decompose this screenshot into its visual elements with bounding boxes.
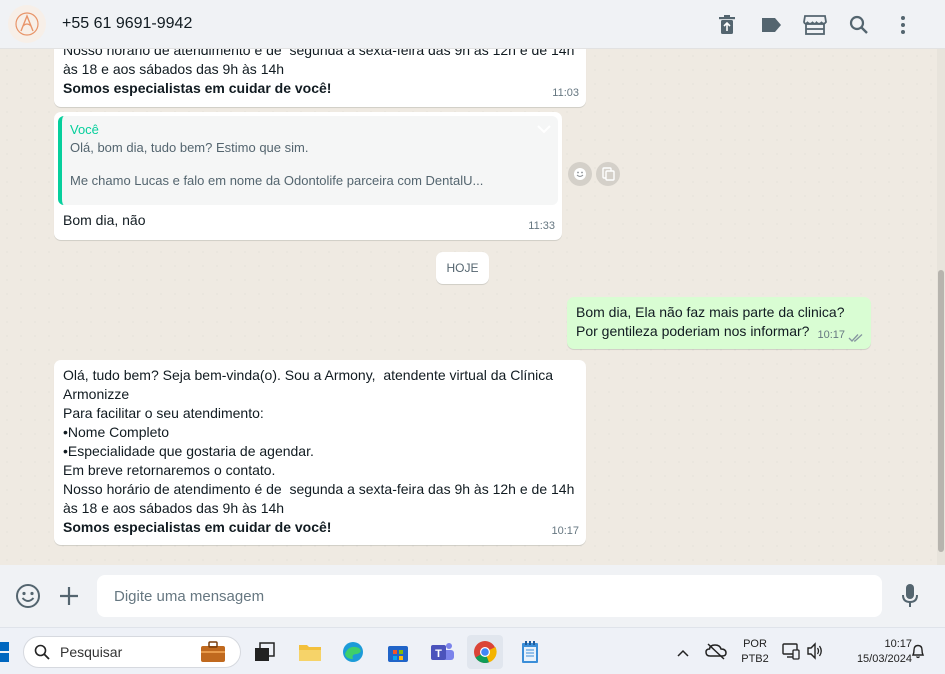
message-time: 11:33	[528, 220, 555, 232]
task-view-icon	[255, 642, 275, 661]
message-input[interactable]	[97, 575, 882, 617]
chevron-up-icon	[677, 649, 689, 657]
emoji-icon	[574, 168, 586, 180]
catalog-button[interactable]	[793, 5, 837, 45]
search-icon	[849, 15, 868, 34]
system-clock[interactable]: 10:17 15/03/2024	[832, 637, 912, 667]
chat-scrollbar-thumb[interactable]	[938, 270, 944, 552]
date-divider: HOJE	[436, 252, 489, 284]
microphone-icon	[902, 584, 918, 607]
folder-icon	[299, 645, 321, 661]
search-chat-button[interactable]	[837, 5, 881, 45]
emoji-icon	[16, 584, 40, 608]
bell-icon	[911, 644, 925, 659]
contact-avatar[interactable]	[8, 5, 46, 43]
teams-button[interactable]: T	[424, 635, 460, 669]
edge-icon	[343, 642, 363, 662]
emoji-button[interactable]	[13, 581, 43, 611]
read-receipt-icon	[848, 334, 863, 342]
notepad-icon	[522, 641, 538, 663]
forward-copy-button[interactable]	[596, 162, 620, 186]
incoming-message[interactable]: Nosso horário de atendimento é de segund…	[54, 49, 586, 107]
voice-message-button[interactable]	[895, 581, 925, 611]
message-list[interactable]: Nosso horário de atendimento é de segund…	[0, 49, 937, 565]
task-view-button[interactable]	[247, 635, 283, 669]
cloud-offline-icon	[705, 643, 727, 660]
chat-header: +55 61 9691-9942	[0, 0, 945, 49]
attach-button[interactable]	[54, 581, 84, 611]
react-emoji-button[interactable]	[568, 162, 592, 186]
menu-button[interactable]	[881, 5, 925, 45]
teams-icon: T	[431, 643, 454, 660]
network-icon	[782, 643, 800, 660]
incoming-message-with-quote[interactable]: Você Olá, bom dia, tudo bem? Estimo que …	[54, 112, 562, 240]
search-icon	[34, 644, 50, 660]
delete-icon	[719, 14, 735, 34]
message-text: Bom dia, não	[63, 212, 146, 228]
show-hidden-icons-button[interactable]	[676, 645, 690, 663]
volume-icon	[807, 642, 822, 660]
keyboard-layout: PTB2	[741, 653, 769, 665]
quoted-message[interactable]: Você Olá, bom dia, tudo bem? Estimo que …	[58, 116, 558, 205]
delete-chat-button[interactable]	[705, 5, 749, 45]
message-text: Nosso horário de atendimento é de segund…	[63, 49, 579, 77]
label-icon	[762, 17, 781, 32]
quoted-text-line: Olá, bom dia, tudo bem? Estimo que sim.	[70, 140, 309, 155]
taskbar-search[interactable]: Pesquisar	[23, 636, 241, 668]
store-icon	[803, 14, 827, 35]
outgoing-message[interactable]: Bom dia, Ela não faz mais parte da clini…	[567, 297, 871, 349]
microsoft-store-icon	[388, 646, 408, 662]
menu-icon	[901, 15, 905, 34]
onedrive-status[interactable]	[705, 642, 727, 665]
clock-time: 10:17	[884, 638, 912, 650]
store-app-button[interactable]	[380, 635, 416, 669]
windows-logo-icon	[0, 642, 9, 662]
message-time: 10:17	[551, 525, 579, 537]
message-text: Olá, tudo bem? Seja bem-vinda(o). Sou a …	[63, 367, 575, 516]
notifications-button[interactable]	[911, 643, 925, 664]
language-code: POR	[743, 638, 767, 650]
windows-taskbar: Pesquisar T POR PTB2 10:17 15/03/2024	[0, 627, 945, 674]
message-text-bold: Somos especialistas em cuidar de você!	[63, 80, 332, 96]
clinic-logo-icon	[15, 12, 39, 36]
input-language[interactable]: POR PTB2	[737, 637, 773, 667]
quoted-text-line: Me chamo Lucas e falo em nome da Odontol…	[70, 173, 484, 188]
contact-name[interactable]: +55 61 9691-9942	[62, 15, 192, 33]
edge-button[interactable]	[335, 635, 371, 669]
notepad-button[interactable]	[512, 635, 548, 669]
copy-icon	[602, 167, 615, 181]
attach-plus-icon	[60, 587, 78, 605]
message-composer	[0, 565, 945, 627]
message-text: Bom dia, Ela não faz mais parte da clini…	[576, 304, 845, 320]
message-text-bold: Somos especialistas em cuidar de você!	[63, 519, 332, 535]
message-time: 10:17	[817, 329, 845, 341]
chrome-icon	[474, 641, 497, 664]
start-button[interactable]	[0, 642, 10, 662]
message-time: 11:03	[552, 87, 579, 99]
chevron-down-icon[interactable]	[536, 124, 552, 134]
incoming-message[interactable]: Olá, tudo bem? Seja bem-vinda(o). Sou a …	[54, 360, 586, 545]
file-explorer-button[interactable]	[292, 635, 328, 669]
label-button[interactable]	[749, 5, 793, 45]
system-tray-status[interactable]	[782, 642, 824, 660]
chrome-button[interactable]	[467, 635, 503, 669]
quoted-author: Você	[70, 122, 99, 137]
search-label: Pesquisar	[60, 644, 123, 660]
svg-text:T: T	[435, 648, 442, 660]
clock-date: 15/03/2024	[856, 653, 912, 665]
briefcase-icon	[201, 641, 225, 662]
